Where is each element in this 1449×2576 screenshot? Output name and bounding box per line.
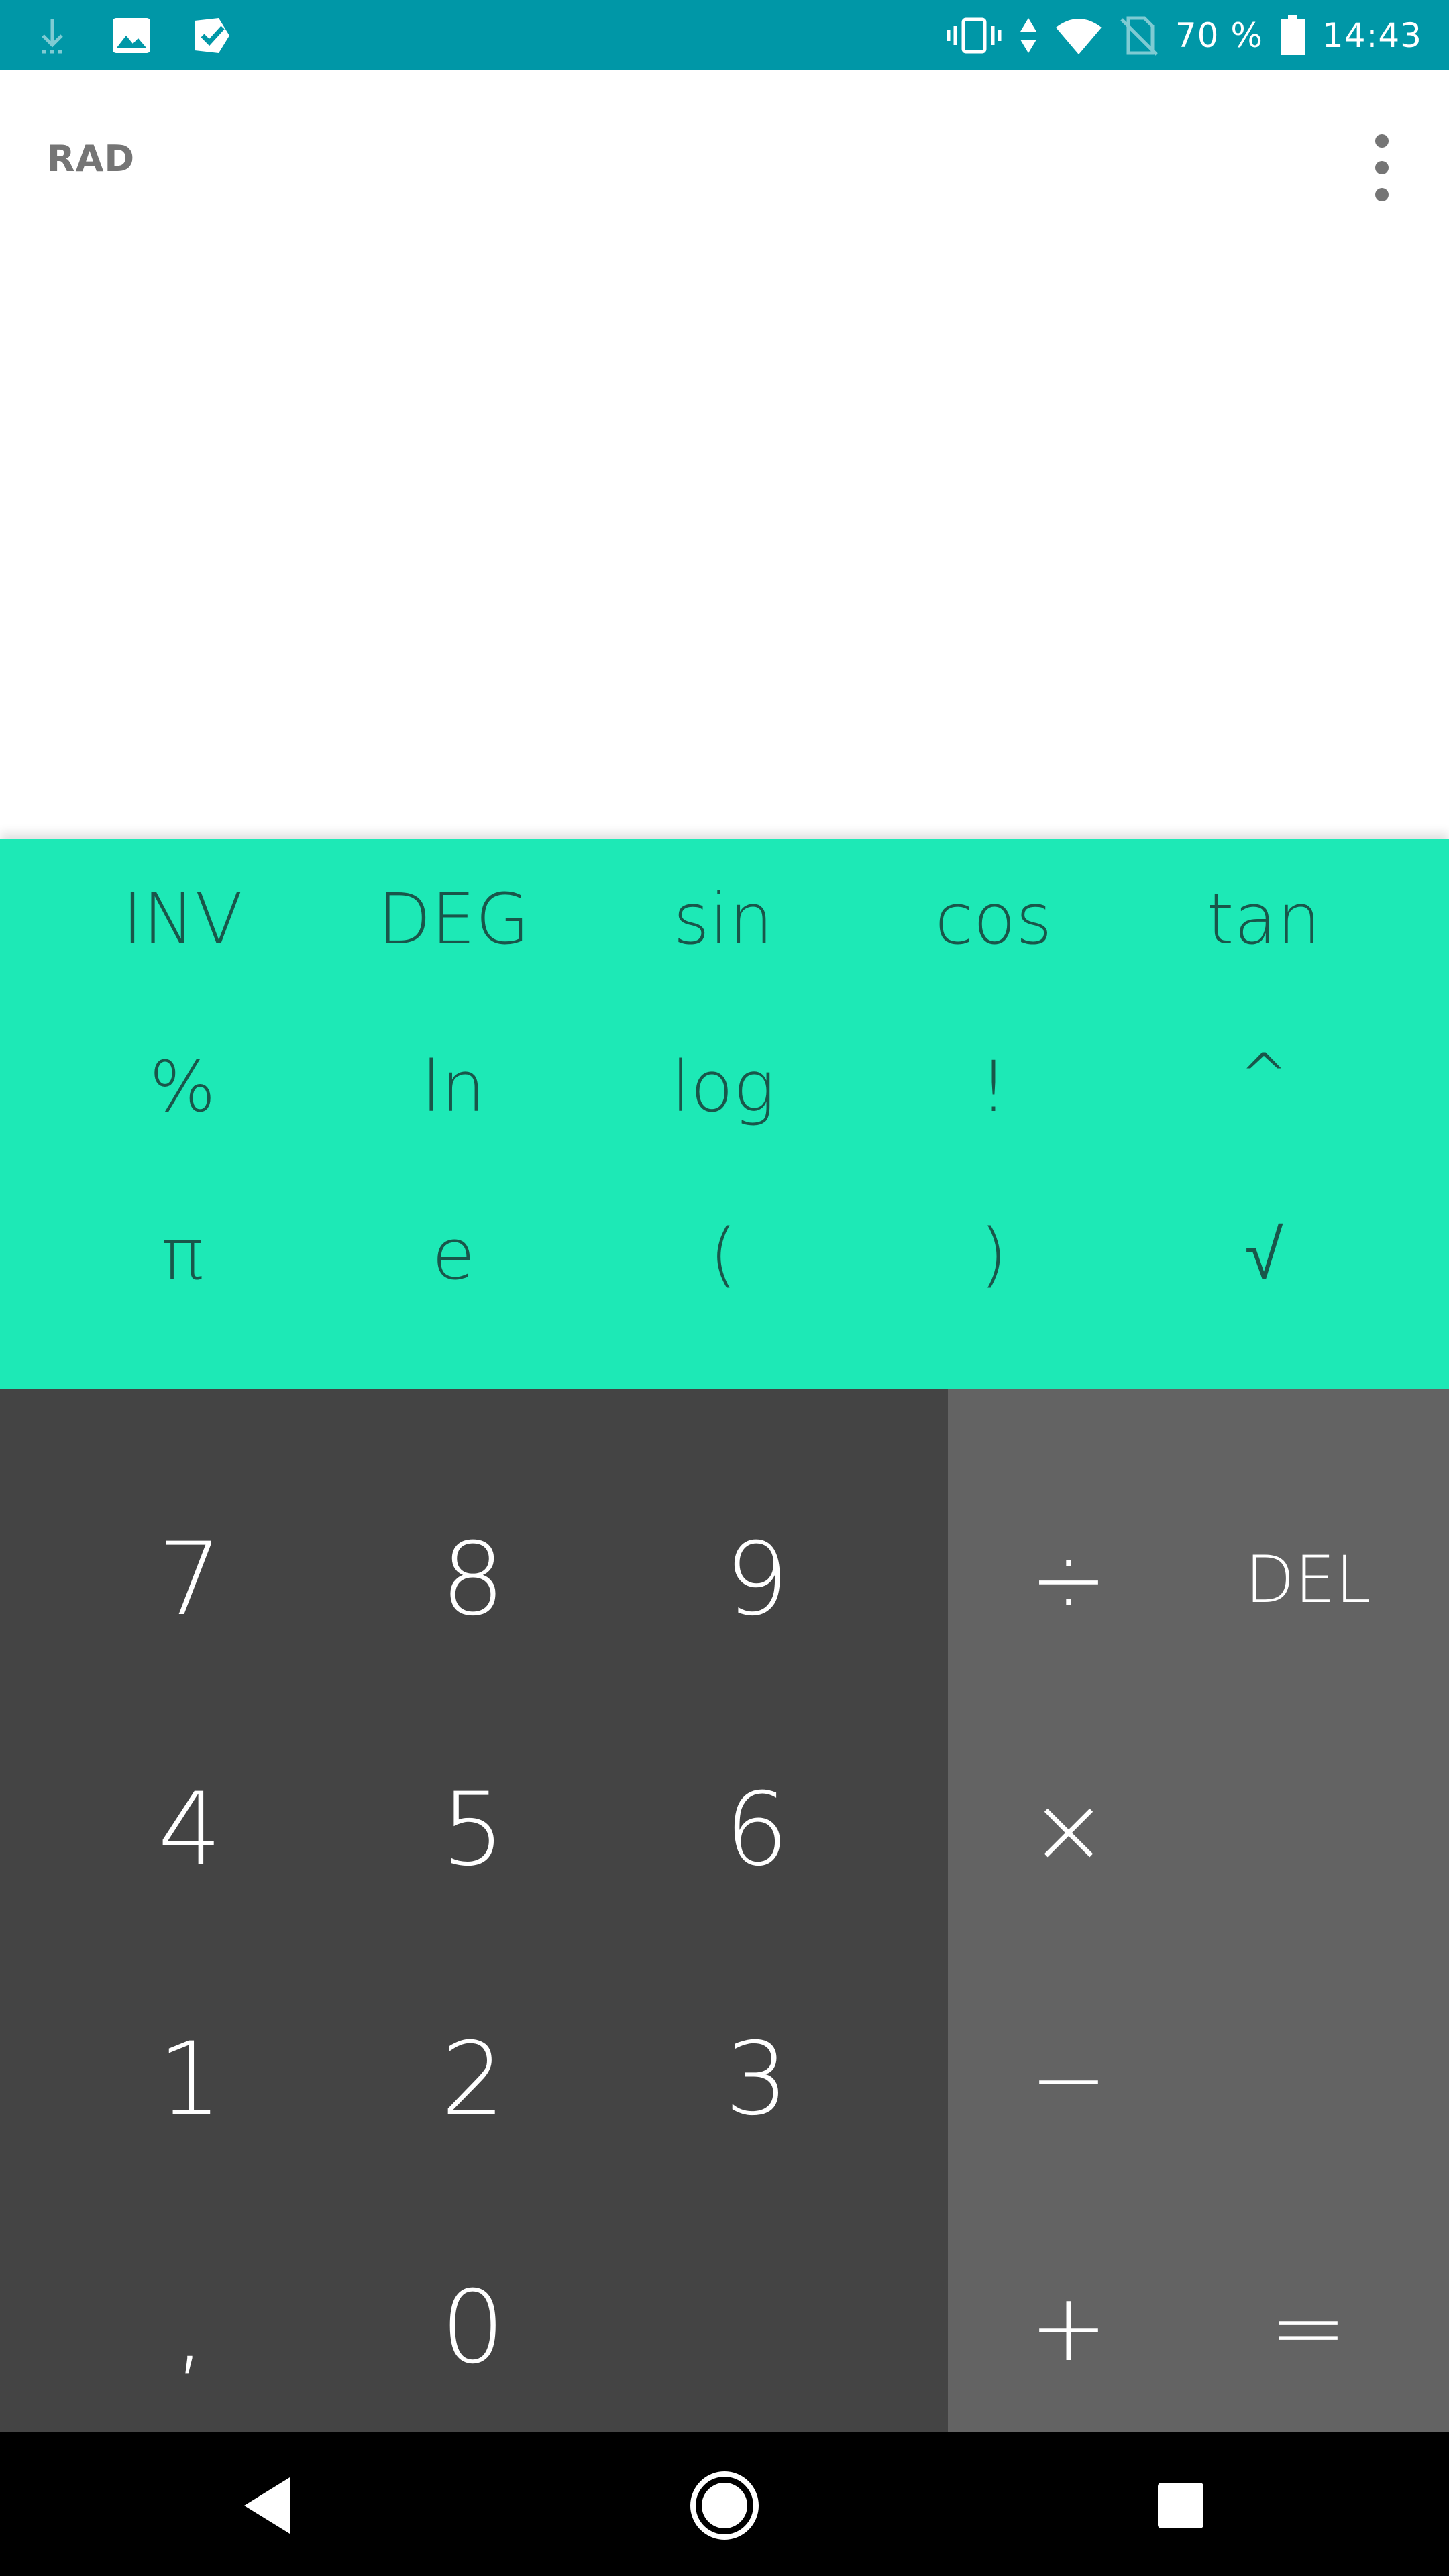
menu-dot — [1375, 134, 1389, 148]
recents-icon[interactable] — [1134, 2459, 1228, 2553]
advanced-pad: INV DEG sin cos tan % ln log ! ^ π e ( )… — [0, 839, 1449, 1389]
factorial-button[interactable]: ! — [859, 1006, 1128, 1167]
battery-percent: 70 % — [1175, 15, 1263, 55]
sin-button[interactable]: sin — [589, 839, 857, 1000]
status-bar-left — [34, 0, 232, 70]
numeric-pad: 7 8 9 4 5 6 1 2 3 , 0 — [0, 1389, 948, 2432]
data-arrows-icon — [1018, 15, 1038, 56]
log-button[interactable]: log — [589, 1006, 857, 1167]
percent-button[interactable]: % — [48, 1006, 317, 1167]
cos-button[interactable]: cos — [859, 839, 1128, 1000]
inv-button[interactable]: INV — [48, 839, 317, 1000]
open-paren-button[interactable]: ( — [589, 1174, 857, 1335]
back-icon[interactable] — [223, 2459, 317, 2553]
operator-pad: ÷ DEL × − + = — [948, 1389, 1449, 2432]
navigation-bar — [0, 2432, 1449, 2576]
digit-5-button[interactable]: 5 — [332, 1706, 614, 1954]
power-button[interactable]: ^ — [1130, 994, 1398, 1155]
minus-button[interactable]: − — [948, 1955, 1189, 2204]
multiply-button[interactable]: × — [948, 1706, 1189, 1954]
display-area: RAD — [0, 70, 1449, 839]
more-vert-icon[interactable] — [1368, 127, 1398, 208]
deg-button[interactable]: DEG — [319, 839, 588, 1000]
decimal-comma-button[interactable]: , — [49, 2204, 331, 2452]
angle-mode-indicator: RAD — [47, 138, 136, 180]
image-icon — [111, 17, 152, 54]
vibrate-icon — [946, 15, 1002, 56]
digit-2-button[interactable]: 2 — [332, 1955, 614, 2204]
play-store-icon — [192, 15, 232, 56]
clock: 14:43 — [1322, 15, 1422, 55]
plus-button[interactable]: + — [948, 2204, 1189, 2452]
digit-4-button[interactable]: 4 — [49, 1706, 331, 1954]
home-icon[interactable] — [678, 2459, 771, 2553]
no-sim-icon — [1119, 15, 1159, 56]
status-bar-right: 70 % 14:43 — [946, 0, 1422, 70]
digit-0-button[interactable]: 0 — [332, 2204, 614, 2452]
delete-button[interactable]: DEL — [1187, 1456, 1429, 1704]
close-paren-button[interactable]: ) — [859, 1174, 1128, 1335]
menu-dot — [1375, 161, 1389, 174]
digit-8-button[interactable]: 8 — [332, 1456, 614, 1704]
digit-6-button[interactable]: 6 — [616, 1706, 898, 1954]
ln-button[interactable]: ln — [319, 1006, 588, 1167]
download-icon — [34, 15, 71, 56]
digit-3-button[interactable]: 3 — [616, 1955, 898, 2204]
e-button[interactable]: e — [319, 1174, 588, 1335]
status-bar: 70 % 14:43 — [0, 0, 1449, 70]
digit-9-button[interactable]: 9 — [616, 1456, 898, 1704]
wifi-icon — [1055, 15, 1103, 56]
sqrt-button[interactable]: √ — [1130, 1174, 1398, 1335]
menu-dot — [1375, 188, 1389, 201]
divide-button[interactable]: ÷ — [948, 1456, 1189, 1704]
equals-button[interactable]: = — [1187, 2204, 1429, 2452]
calculator-app: 70 % 14:43 RAD INV DEG sin cos tan % ln … — [0, 0, 1449, 2576]
digit-7-button[interactable]: 7 — [49, 1456, 331, 1704]
tan-button[interactable]: tan — [1130, 839, 1398, 1000]
pi-button[interactable]: π — [48, 1174, 317, 1335]
battery-icon — [1279, 14, 1306, 56]
digit-1-button[interactable]: 1 — [49, 1955, 331, 2204]
